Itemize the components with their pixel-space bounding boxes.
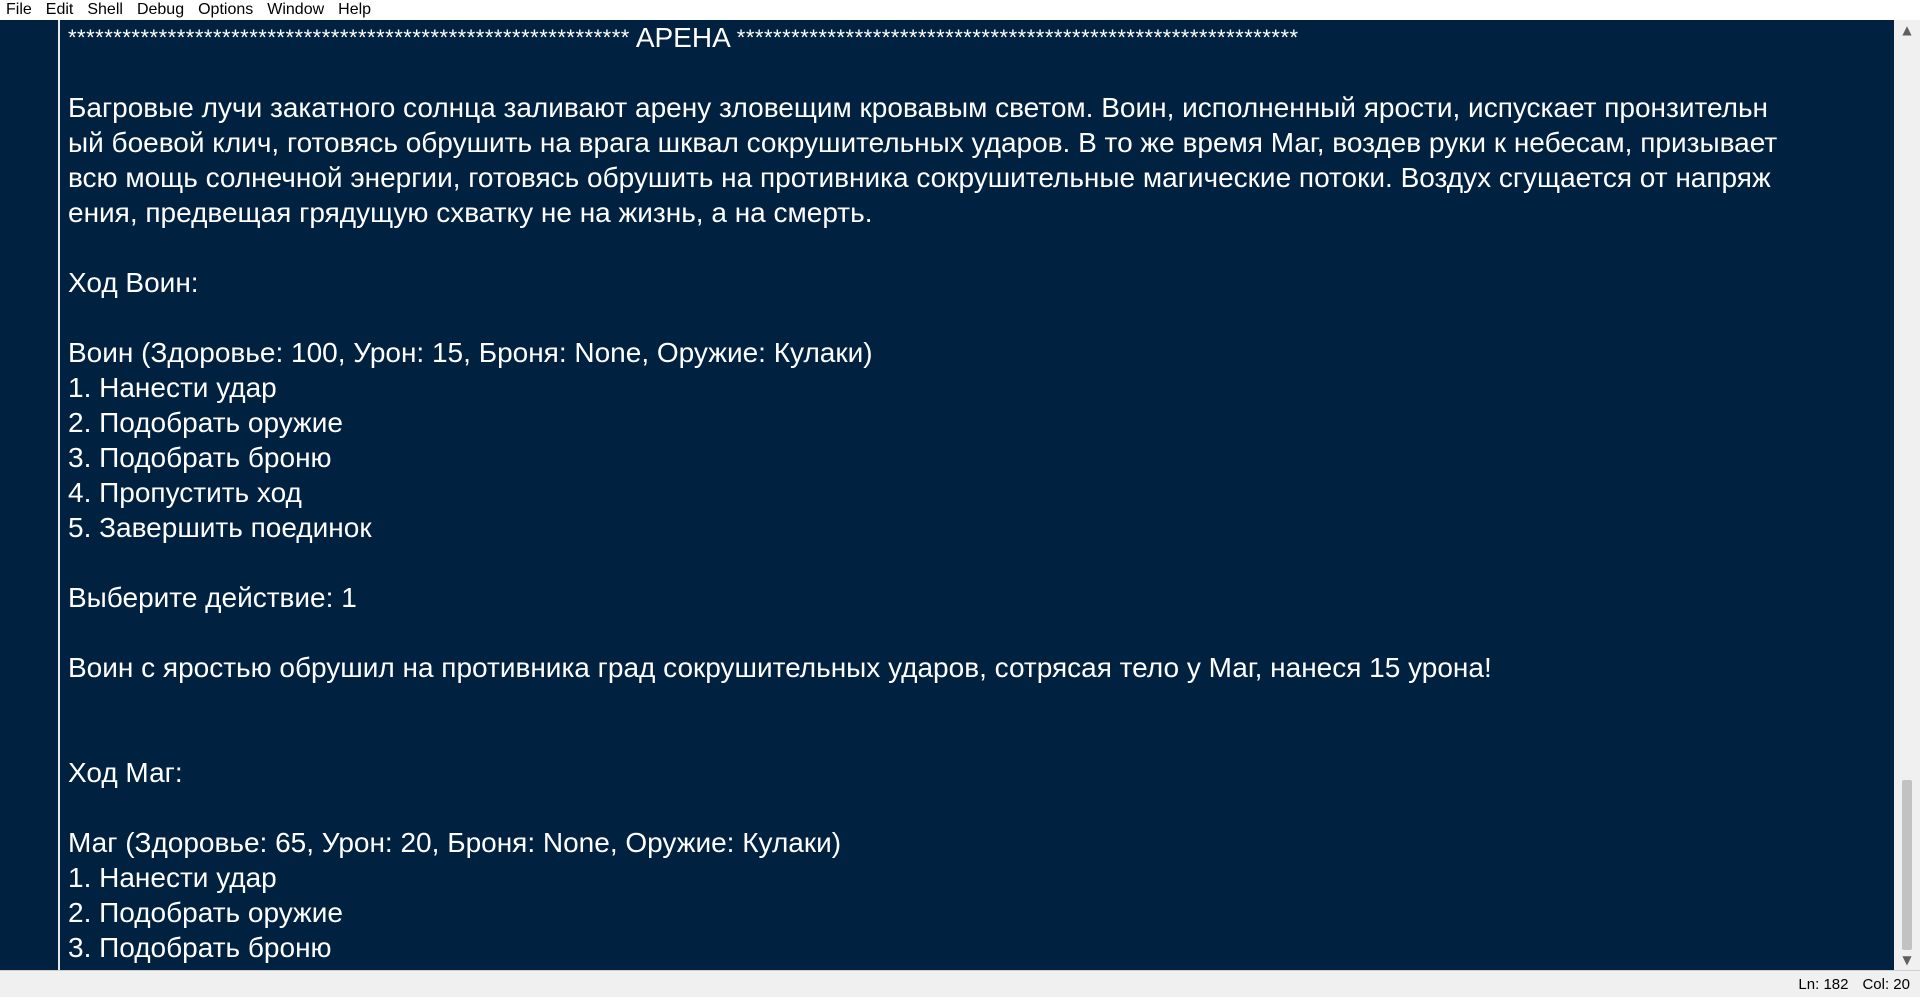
python-shell-window: File Edit Shell Debug Options Window Hel… <box>0 0 1920 997</box>
console-line: 1. Нанести удар <box>68 862 277 893</box>
console-line: 1. Нанести удар <box>68 372 277 403</box>
console-line: 3. Подобрать броню <box>68 932 332 963</box>
console-line: всю мощь солнечной энергии, готовясь обр… <box>68 162 1771 193</box>
scroll-up-icon[interactable]: ▲ <box>1894 20 1920 40</box>
console-line: Выберите действие: 1 <box>68 582 357 613</box>
shell-editor[interactable]: ****************************************… <box>0 20 1920 970</box>
header-stars-left: ****************************************… <box>68 24 630 50</box>
console-line: ый боевой клич, готовясь обрушить на вра… <box>68 127 1778 158</box>
menu-window[interactable]: Window <box>260 0 331 20</box>
console-line: 2. Подобрать оружие <box>68 897 343 928</box>
scroll-down-icon[interactable]: ▼ <box>1894 950 1920 970</box>
console-output[interactable]: ****************************************… <box>68 20 1894 970</box>
menu-debug[interactable]: Debug <box>130 0 191 20</box>
arena-title: АРЕНА <box>635 21 731 53</box>
status-line-number: Ln: 182 <box>1798 976 1849 993</box>
menu-help[interactable]: Help <box>331 0 378 20</box>
console-line: 4. Пропустить ход <box>68 477 302 508</box>
line-gutter <box>0 20 60 970</box>
menu-bar: File Edit Shell Debug Options Window Hel… <box>0 0 1920 20</box>
console-line: ения, предвещая грядущую схватку не на ж… <box>68 197 873 228</box>
menu-options[interactable]: Options <box>191 0 260 20</box>
console-line: 3. Подобрать броню <box>68 442 332 473</box>
header-stars-right: ****************************************… <box>736 24 1299 50</box>
status-column-number: Col: 20 <box>1862 976 1910 993</box>
vertical-scrollbar[interactable]: ▲ ▼ <box>1894 20 1920 970</box>
console-line: 5. Завершить поединок <box>68 512 372 543</box>
console-line: Ход Воин: <box>68 267 199 298</box>
console-lines: Багровые лучи закатного солнца заливают … <box>68 55 1894 965</box>
console-line: Ход Маг: <box>68 757 183 788</box>
menu-shell[interactable]: Shell <box>80 0 130 20</box>
menu-edit[interactable]: Edit <box>39 0 81 20</box>
console-line: 2. Подобрать оружие <box>68 407 343 438</box>
scroll-thumb[interactable] <box>1902 780 1912 950</box>
arena-header: ****************************************… <box>68 20 1894 55</box>
console-line: Багровые лучи закатного солнца заливают … <box>68 92 1769 123</box>
status-bar: Ln: 182 Col: 20 <box>0 970 1920 997</box>
console-line: Воин (Здоровье: 100, Урон: 15, Броня: No… <box>68 337 873 368</box>
menu-file[interactable]: File <box>0 0 39 20</box>
console-line: Маг (Здоровье: 65, Урон: 20, Броня: None… <box>68 827 842 858</box>
console-line: Воин с яростью обрушил на противника гра… <box>68 652 1492 683</box>
